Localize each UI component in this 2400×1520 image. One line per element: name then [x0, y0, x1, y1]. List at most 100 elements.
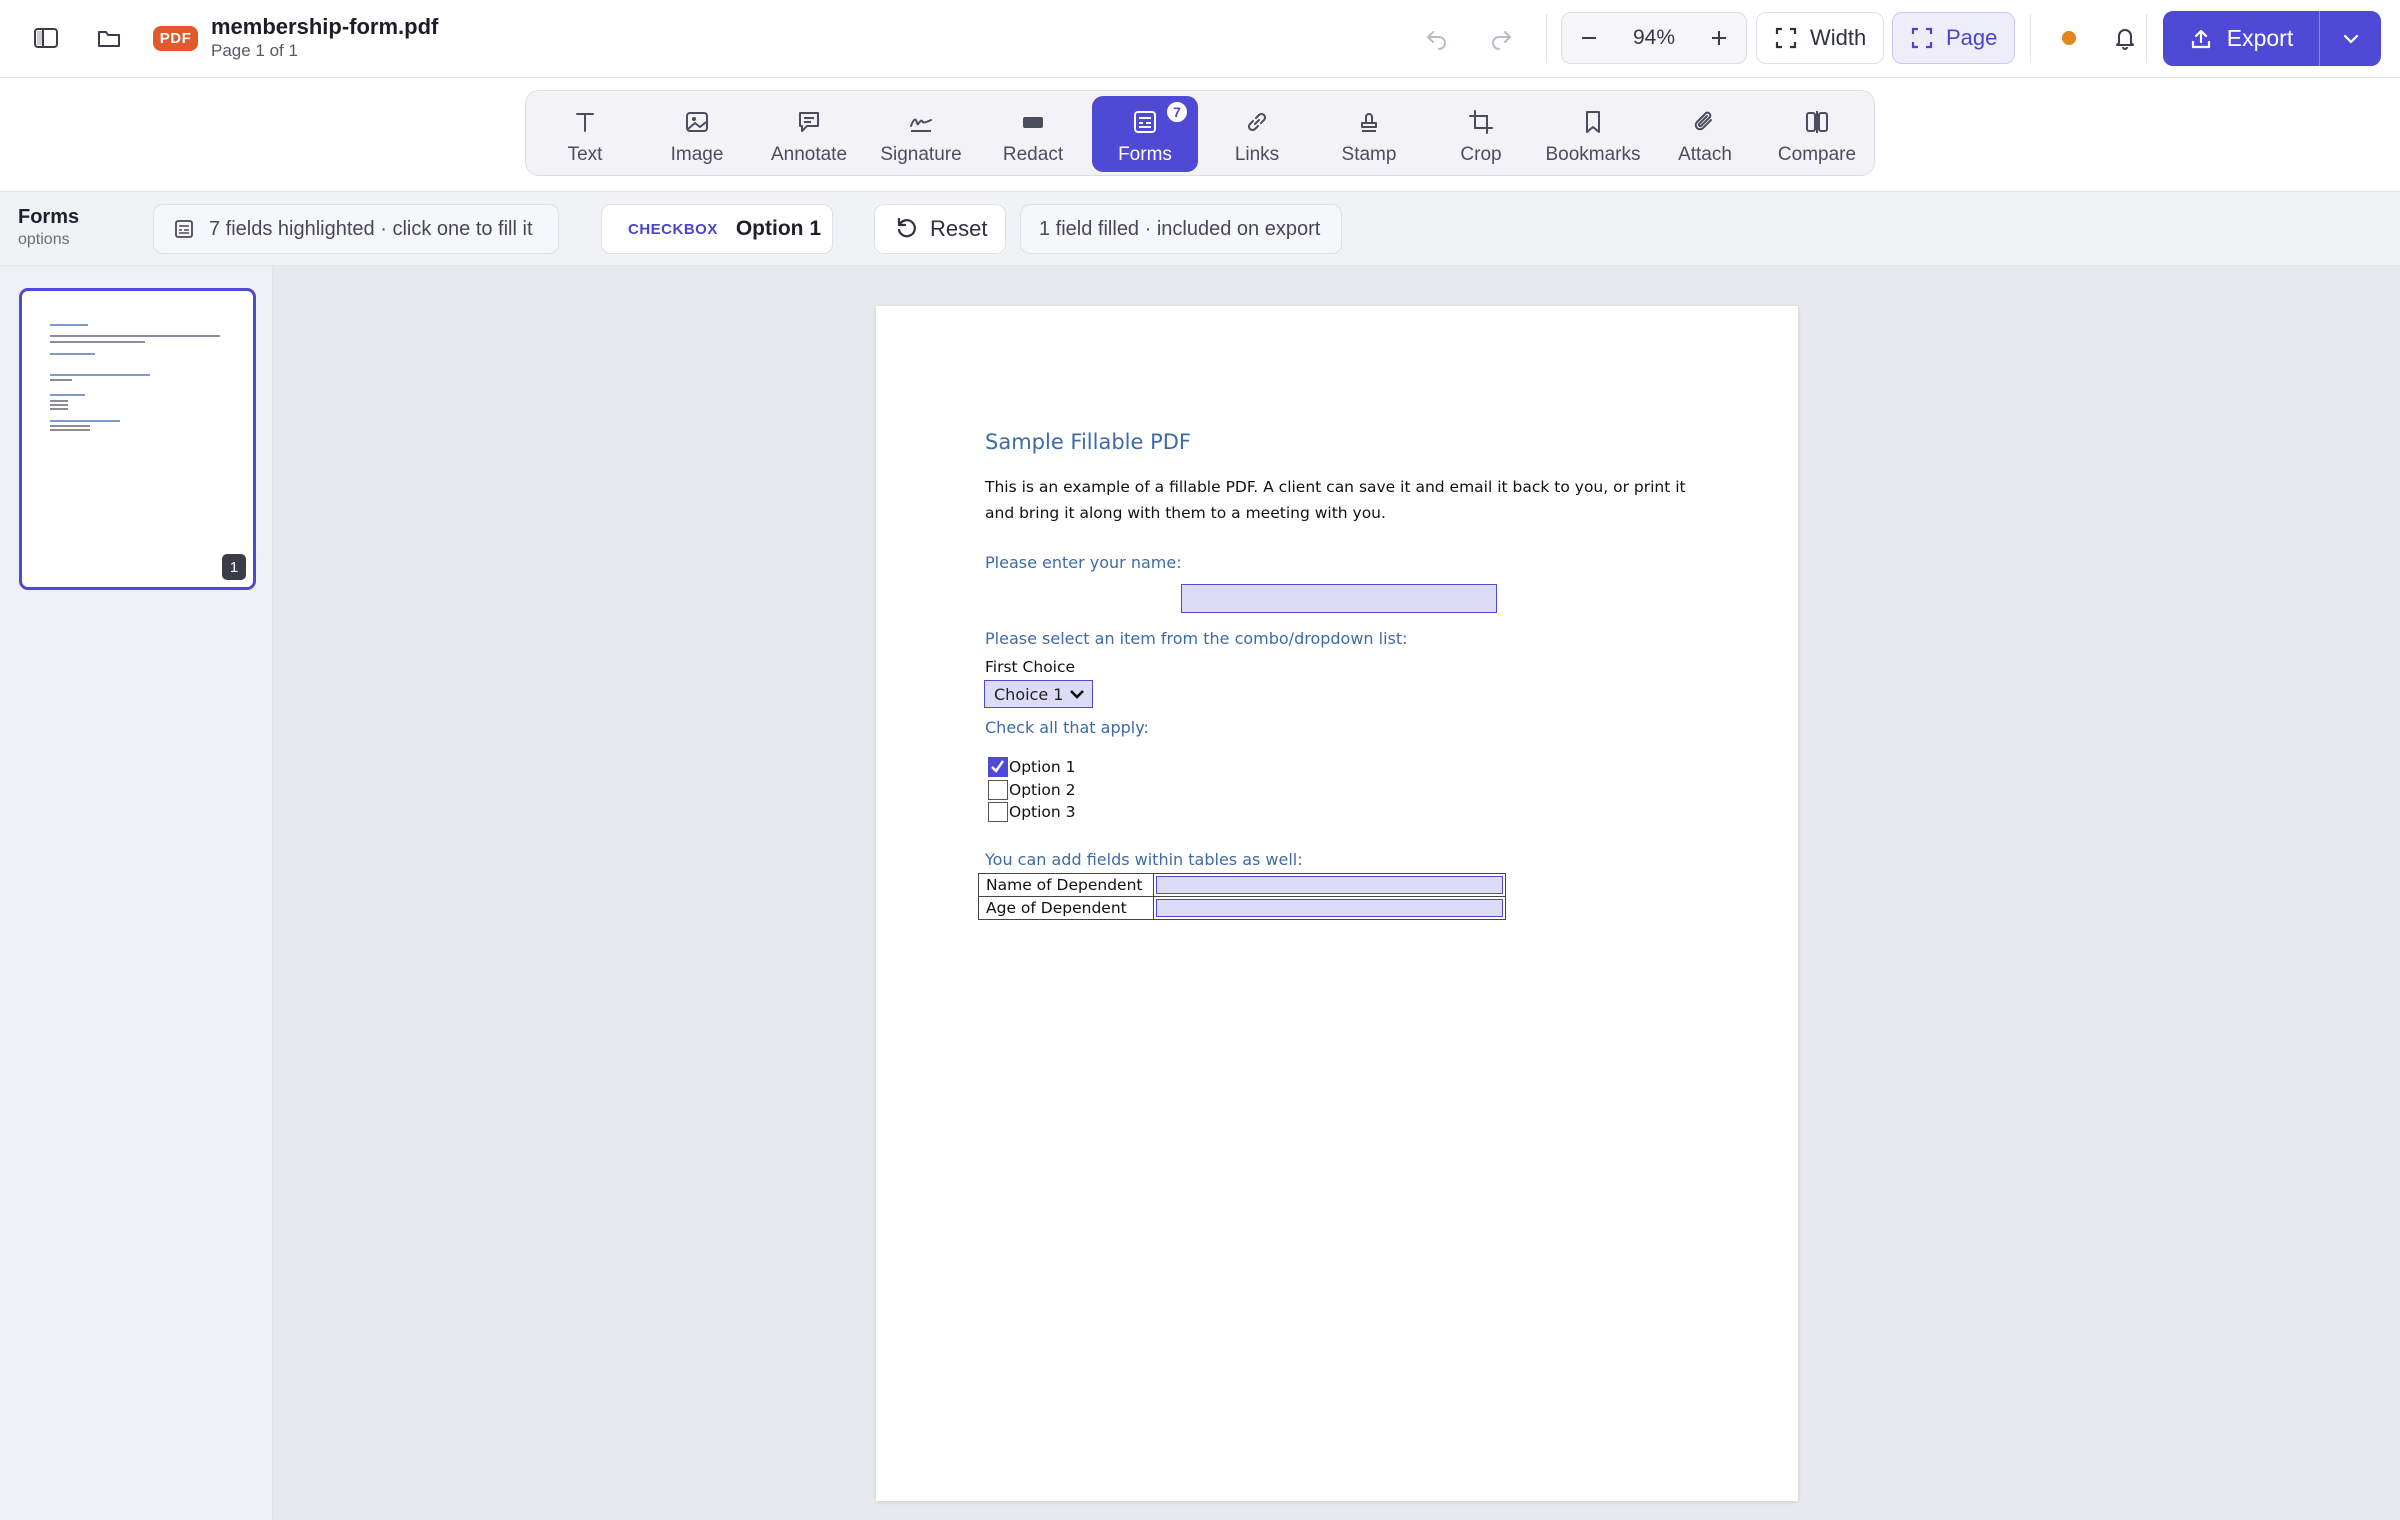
annotate-icon	[799, 112, 819, 132]
dependent-name-field[interactable]	[1156, 876, 1503, 894]
export-options-button[interactable]	[2319, 11, 2381, 66]
reset-icon	[897, 217, 916, 238]
thumbnail-sidebar: 1	[0, 266, 273, 1520]
text-icon	[576, 113, 594, 132]
header-divider	[2146, 14, 2147, 62]
form-fields-icon	[175, 220, 193, 238]
tool-label: Links	[1234, 144, 1280, 165]
stamp-icon	[1361, 113, 1377, 132]
file-name: membership-form.pdf	[211, 14, 439, 39]
dropdown-value: Choice 1	[994, 684, 1064, 704]
sidebar-toggle-button[interactable]	[21, 13, 71, 63]
table-cell-label: Age of Dependent	[978, 896, 1154, 920]
name-text-field[interactable]	[1181, 584, 1497, 613]
tool-label: Bookmarks	[1545, 144, 1641, 165]
minus-icon	[1582, 37, 1596, 39]
checkbox-label: Option 2	[1009, 781, 1076, 799]
options-subtitle: options	[18, 231, 70, 248]
tool-label: Text	[567, 144, 603, 165]
checkbox-option-1[interactable]	[988, 757, 1008, 777]
fit-page-label: Page	[1946, 25, 1998, 50]
header-divider	[2030, 14, 2031, 62]
table-row: Name of Dependent	[978, 873, 1506, 897]
forms-options-bar: Forms options 7 fields highlighted · cli…	[0, 192, 2400, 266]
tool-bookmarks[interactable]: Bookmarks	[1540, 96, 1646, 172]
header-divider	[1546, 14, 1547, 62]
chevron-down-icon	[2343, 34, 2358, 44]
forms-count-badge: 7	[1165, 100, 1189, 124]
open-file-button[interactable]	[84, 13, 134, 63]
table-cell-label: Name of Dependent	[978, 873, 1154, 897]
fit-page-icon	[1911, 27, 1933, 49]
tool-label: Attach	[1678, 144, 1732, 165]
tool-links[interactable]: Links	[1204, 96, 1310, 172]
pdf-page: Sample Fillable PDF This is an example o…	[876, 306, 1798, 1501]
tool-label: Image	[670, 144, 724, 165]
page-info: Page 1 of 1	[211, 41, 298, 60]
bookmark-icon	[1586, 111, 1600, 133]
choice-dropdown[interactable]: Choice 1	[984, 680, 1093, 708]
compare-icon	[1806, 111, 1828, 133]
selected-field-pill: CHECKBOX Option 1	[601, 204, 833, 254]
table-prompt: You can add fields within tables as well…	[985, 850, 1303, 869]
tool-stamp[interactable]: Stamp	[1316, 96, 1422, 172]
fit-width-button[interactable]: Width	[1756, 12, 1885, 64]
signature-icon	[910, 118, 932, 132]
tool-annotate[interactable]: Annotate	[756, 96, 862, 172]
combo-prompt: Please select an item from the combo/dro…	[985, 629, 1408, 648]
undo-button[interactable]	[1412, 13, 1462, 63]
tool-compare[interactable]: Compare	[1764, 96, 1870, 172]
tool-label: Signature	[880, 144, 962, 165]
redo-button[interactable]	[1476, 13, 1526, 63]
filled-info-text: 1 field filled · included on export	[1039, 217, 1321, 240]
fit-width-label: Width	[1810, 25, 1867, 50]
page-thumbnail[interactable]: 1	[19, 288, 256, 590]
reset-button[interactable]: Reset	[874, 204, 1006, 254]
checkbox-label: Option 3	[1009, 803, 1076, 821]
crop-icon	[1469, 110, 1493, 134]
combo-caption: First Choice	[985, 658, 1076, 676]
selected-field-type: CHECKBOX	[628, 220, 718, 238]
thumbnail-page-number: 1	[222, 554, 246, 580]
checkbox-option-2[interactable]	[988, 780, 1008, 800]
tool-forms[interactable]: Forms 7	[1092, 96, 1198, 172]
unsaved-status-dot	[2062, 31, 2076, 45]
tool-redact[interactable]: Redact	[980, 96, 1086, 172]
forms-icon	[1134, 111, 1156, 133]
chevron-down-icon	[1070, 690, 1085, 699]
dependents-table: Name of Dependent Age of Dependent	[978, 873, 1506, 920]
tool-ribbon: Text Image Annotate Signature Redact For…	[525, 90, 1875, 176]
pdf-file-badge: PDF	[153, 26, 198, 51]
name-prompt: Please enter your name:	[985, 553, 1182, 572]
selected-field-value: Option 1	[735, 217, 822, 240]
undo-icon	[1426, 31, 1446, 50]
bell-icon	[2116, 29, 2134, 50]
zoom-out-button[interactable]	[1562, 13, 1616, 63]
tool-label: Annotate	[770, 144, 848, 165]
notifications-button[interactable]	[2100, 13, 2150, 63]
tool-label: Redact	[1002, 144, 1064, 165]
dependent-age-field[interactable]	[1156, 899, 1503, 917]
zoom-value: 94%	[1632, 26, 1676, 49]
tool-crop[interactable]: Crop	[1428, 96, 1534, 172]
tool-image[interactable]: Image	[644, 96, 750, 172]
document-intro: This is an example of a fillable PDF. A …	[985, 478, 1686, 522]
fields-info-text: 7 fields highlighted · click one to fill…	[209, 217, 533, 240]
export-button[interactable]: Export	[2163, 11, 2319, 66]
tool-label: Stamp	[1341, 144, 1397, 165]
plus-icon	[1712, 31, 1726, 45]
checkmark-icon	[991, 760, 1004, 773]
tool-attach[interactable]: Attach	[1652, 96, 1758, 172]
paperclip-icon	[1694, 111, 1712, 131]
document-title: Sample Fillable PDF	[985, 430, 1192, 454]
checkbox-option-3[interactable]	[988, 802, 1008, 822]
fit-page-button[interactable]: Page	[1892, 12, 2016, 64]
options-title: Forms	[18, 206, 80, 228]
tool-text[interactable]: Text	[532, 96, 638, 172]
sidebar-icon	[34, 28, 58, 48]
zoom-in-button[interactable]	[1692, 13, 1746, 63]
export-button-group: Export	[2163, 11, 2381, 66]
reset-label: Reset	[930, 216, 988, 241]
tool-signature[interactable]: Signature	[868, 96, 974, 172]
redo-icon	[1492, 31, 1512, 50]
